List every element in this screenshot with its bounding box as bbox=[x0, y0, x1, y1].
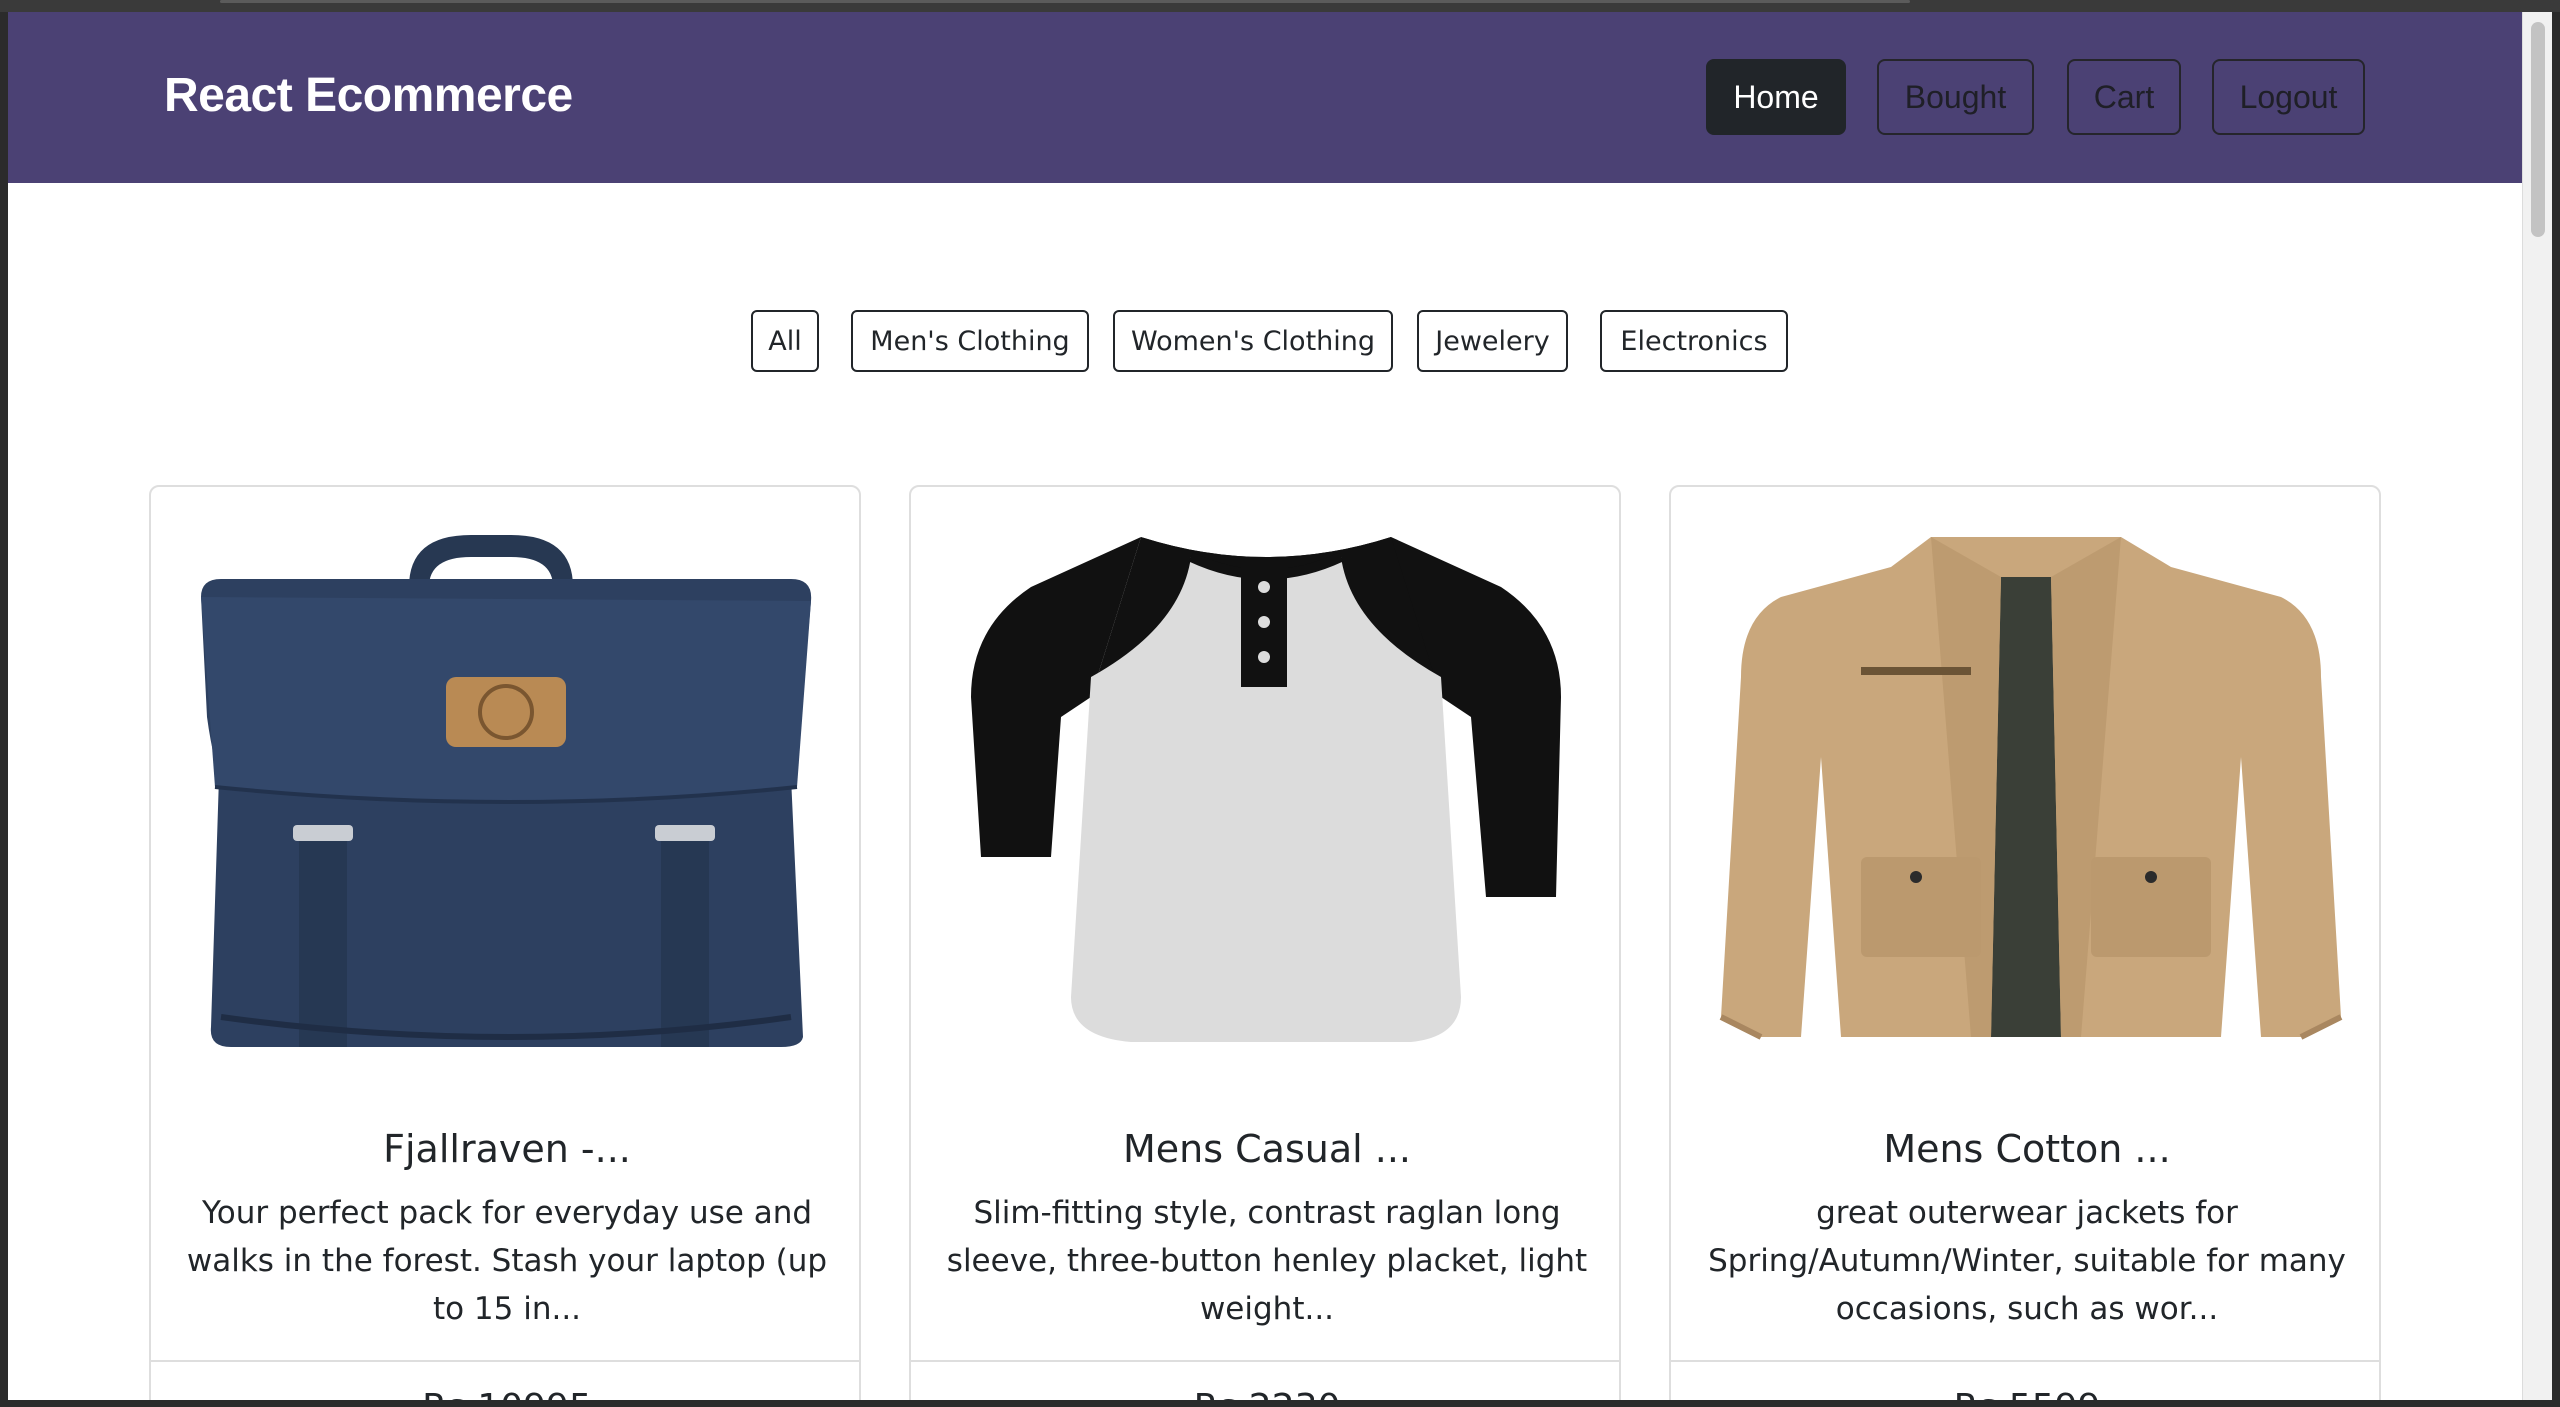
product-title[interactable]: Mens Cotton ... bbox=[1671, 1127, 2379, 1171]
filter-all-button[interactable]: All bbox=[751, 310, 819, 372]
filter-electronics-button[interactable]: Electronics bbox=[1600, 310, 1788, 372]
product-description: Your perfect pack for everyday use and w… bbox=[186, 1195, 828, 1327]
card-divider bbox=[911, 1360, 1619, 1362]
app-window: React Ecommerce Home Bought Cart Logout … bbox=[8, 12, 2522, 1400]
product-title[interactable]: Fjallraven -... bbox=[151, 1127, 859, 1171]
raglan-tshirt-image bbox=[971, 537, 1561, 1042]
nav-cart-button[interactable]: Cart bbox=[2067, 59, 2181, 135]
card-divider bbox=[151, 1360, 859, 1362]
backpack-image bbox=[201, 535, 812, 1047]
nav-home-button[interactable]: Home bbox=[1706, 59, 1846, 135]
nav-bought-button[interactable]: Bought bbox=[1877, 59, 2034, 135]
browser-tab-bar bbox=[220, 0, 1910, 3]
nav-logout-button[interactable]: Logout bbox=[2212, 59, 2365, 135]
filter-jewelery-button[interactable]: Jewelery bbox=[1417, 310, 1568, 372]
product-price: Rs 5599 bbox=[1671, 1387, 2379, 1400]
cotton-jacket-image bbox=[1719, 537, 2343, 1040]
brand-title[interactable]: React Ecommerce bbox=[164, 68, 573, 123]
filter-mens-clothing-button[interactable]: Men's Clothing bbox=[851, 310, 1089, 372]
filter-womens-clothing-button[interactable]: Women's Clothing bbox=[1113, 310, 1393, 372]
product-card[interactable]: Mens Cotton ... great outerwear jackets … bbox=[1669, 485, 2381, 1400]
product-description: great outerwear jackets for Spring/Autum… bbox=[1708, 1195, 2346, 1327]
scrollbar-thumb[interactable] bbox=[2531, 22, 2545, 237]
product-price: Rs 2230 bbox=[911, 1387, 1619, 1400]
navbar: React Ecommerce Home Bought Cart Logout bbox=[8, 12, 2522, 183]
card-divider bbox=[1671, 1360, 2379, 1362]
product-price: Rs 10995 bbox=[151, 1387, 859, 1400]
product-card[interactable]: Mens Casual ... Slim-fitting style, cont… bbox=[909, 485, 1621, 1400]
product-title[interactable]: Mens Casual ... bbox=[911, 1127, 1619, 1171]
product-description: Slim-fitting style, contrast raglan long… bbox=[946, 1195, 1588, 1327]
page-scrollbar[interactable] bbox=[2522, 12, 2552, 1400]
product-card[interactable]: Fjallraven -... Your perfect pack for ev… bbox=[149, 485, 861, 1400]
browser-top-strip bbox=[0, 0, 2560, 12]
category-filters: All Men's Clothing Women's Clothing Jewe… bbox=[8, 310, 2522, 372]
